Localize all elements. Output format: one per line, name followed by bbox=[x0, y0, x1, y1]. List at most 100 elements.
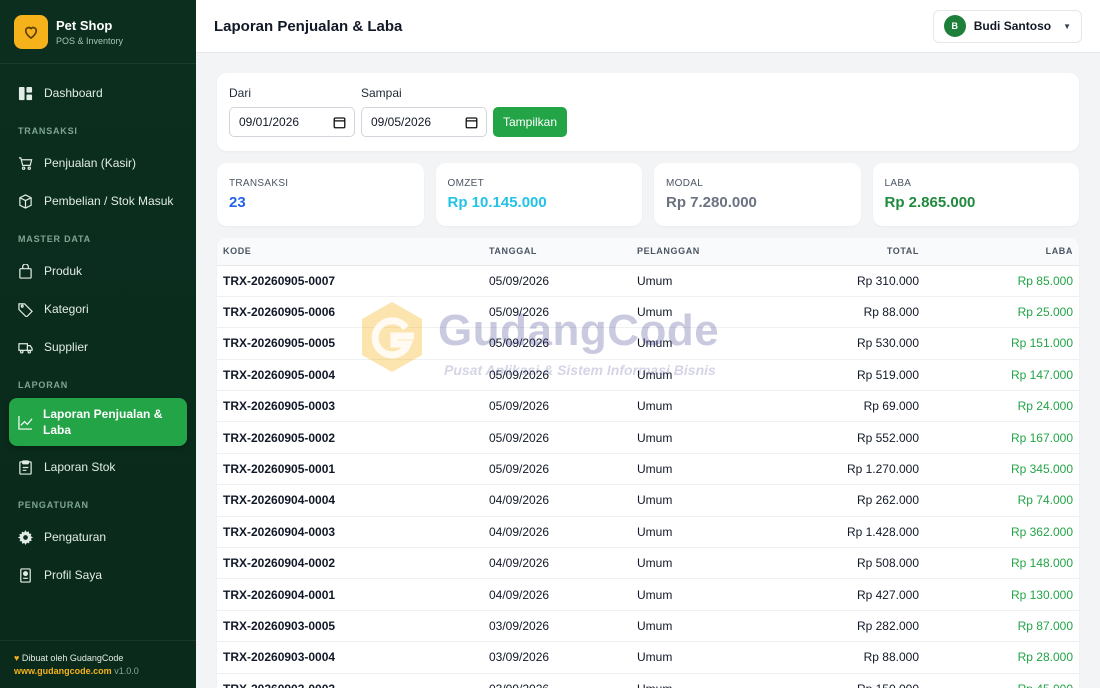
footer-credit: ♥ Dibuat oleh GudangCode bbox=[14, 653, 182, 663]
cell-pelanggan: Umum bbox=[631, 453, 781, 486]
calendar-icon[interactable] bbox=[333, 116, 346, 129]
cell-tanggal: 05/09/2026 bbox=[483, 359, 631, 392]
table-row[interactable]: TRX-20260903-000303/09/2026UmumRp 150.00… bbox=[217, 673, 1079, 688]
table-row[interactable]: TRX-20260905-0002 05/09/2026 Umum Rp 552.00… bbox=[217, 421, 1079, 454]
table-row[interactable]: TRX-20260904-0003 04/09/2026 Umum Rp 1.428.… bbox=[217, 516, 1079, 549]
cell-pelanggan: Umum bbox=[631, 547, 781, 580]
brand-name: Pet Shop bbox=[56, 17, 113, 33]
stat-card-modal: MODAL Rp 7.280.000 bbox=[654, 163, 861, 226]
cell-total: Rp 88.000 bbox=[781, 296, 925, 329]
dashboard-icon bbox=[18, 86, 33, 100]
cell-pelanggan: Umum bbox=[631, 578, 781, 611]
table-row[interactable]: TRX-20260905-0003 05/09/2026 Umum Rp 69.000… bbox=[217, 390, 1079, 423]
cell-kode: TRX-20260904-0002 bbox=[217, 547, 483, 580]
cell-total: Rp 530.000 bbox=[781, 327, 925, 360]
cell-kode: TRX-20260905-0003 bbox=[217, 390, 483, 423]
footer-version: v1.0.0 bbox=[114, 666, 139, 676]
cell-total: Rp 552.000 bbox=[781, 421, 925, 454]
truck-icon bbox=[18, 342, 33, 354]
cell-total: Rp 282.000 bbox=[781, 610, 925, 643]
cell-pelanggan: Umum bbox=[631, 516, 781, 549]
sidebar-item-dashboard[interactable]: Dashboard bbox=[0, 74, 196, 112]
cell-total: Rp 150.000 bbox=[781, 673, 925, 688]
sidebar-item-label: Kategori bbox=[44, 302, 89, 316]
cell-pelanggan: Umum bbox=[631, 484, 781, 517]
cell-kode: TRX-20260905-0005 bbox=[217, 327, 483, 360]
cell-laba: Rp 28.000 bbox=[925, 641, 1079, 674]
sidebar-item-supplier[interactable]: Supplier bbox=[0, 328, 196, 366]
main-content: Dari 09/01/2026 Sampai 09/05/2026 Tampil… bbox=[217, 73, 1079, 688]
show-button[interactable]: Tampilkan bbox=[493, 107, 568, 137]
table-row[interactable]: TRX-20260904-0004 04/09/2026 Umum Rp 262.00… bbox=[217, 484, 1079, 517]
nav-section-master: MASTER DATA bbox=[18, 234, 91, 244]
table-row[interactable]: TRX-20260904-0002 04/09/2026 Umum Rp 508.00… bbox=[217, 547, 1079, 580]
cell-tanggal: 05/09/2026 bbox=[483, 327, 631, 360]
sidebar-item-pengaturan[interactable]: Pengaturan bbox=[0, 518, 196, 556]
cell-total: Rp 69.000 bbox=[781, 390, 925, 423]
stat-label: OMZET bbox=[447, 178, 484, 189]
sidebar-footer: ♥ Dibuat oleh GudangCode www.gudangcode.… bbox=[0, 640, 196, 688]
cell-total: Rp 262.000 bbox=[781, 484, 925, 517]
cell-kode: TRX-20260903-0005 bbox=[217, 610, 483, 643]
table-row[interactable]: TRX-20260905-0006 05/09/2026 Umum Rp 88.000… bbox=[217, 296, 1079, 329]
sidebar-item-penjualan[interactable]: Penjualan (Kasir) bbox=[0, 144, 196, 182]
cell-pelanggan: Umum bbox=[631, 641, 781, 674]
sidebar-nav: Dashboard TRANSAKSI Penjualan (Kasir) Pe… bbox=[0, 64, 196, 594]
stat-label: MODAL bbox=[666, 178, 704, 189]
sidebar-item-profil[interactable]: Profil Saya bbox=[0, 556, 196, 594]
tag-icon bbox=[18, 302, 33, 317]
cell-total: Rp 508.000 bbox=[781, 547, 925, 580]
cell-pelanggan: Umum bbox=[631, 265, 781, 297]
from-date-input[interactable]: 09/01/2026 bbox=[229, 107, 355, 137]
col-tanggal: TANGGAL bbox=[483, 238, 631, 266]
cell-total: Rp 310.000 bbox=[781, 265, 925, 297]
cell-tanggal: 05/09/2026 bbox=[483, 453, 631, 486]
sidebar-item-laporan-penjualan[interactable]: Laporan Penjualan & Laba bbox=[9, 398, 187, 446]
sidebar-item-laporan-stok[interactable]: Laporan Stok bbox=[0, 448, 196, 486]
cell-tanggal: 03/09/2026 bbox=[483, 673, 631, 688]
stats-row: TRANSAKSI 23 OMZET Rp 10.145.000 MODAL R… bbox=[217, 163, 1079, 226]
cell-laba: Rp 25.000 bbox=[925, 296, 1079, 329]
cell-pelanggan: Umum bbox=[631, 610, 781, 643]
footer-url[interactable]: www.gudangcode.com bbox=[14, 666, 112, 676]
cell-laba: Rp 148.000 bbox=[925, 547, 1079, 580]
cell-laba: Rp 167.000 bbox=[925, 421, 1079, 454]
sidebar-item-pembelian[interactable]: Pembelian / Stok Masuk bbox=[0, 182, 196, 220]
col-pelanggan: PELANGGAN bbox=[631, 238, 781, 266]
stat-value: Rp 10.145.000 bbox=[447, 194, 547, 211]
sidebar-item-kategori[interactable]: Kategori bbox=[0, 290, 196, 328]
stat-label: LABA bbox=[884, 178, 912, 189]
table-row[interactable]: TRX-20260905-0007 05/09/2026 Umum Rp 310.00… bbox=[217, 265, 1079, 297]
stat-label: TRANSAKSI bbox=[229, 178, 289, 189]
table-row[interactable]: TRX-20260905-0005 05/09/2026 Umum Rp 530.00… bbox=[217, 327, 1079, 360]
brand[interactable]: Pet Shop POS & Inventory bbox=[0, 0, 196, 64]
cell-pelanggan: Umum bbox=[631, 296, 781, 329]
cell-total: Rp 88.000 bbox=[781, 641, 925, 674]
heart-icon: ♥ bbox=[14, 653, 20, 663]
to-label: Sampai bbox=[361, 86, 402, 100]
calendar-icon[interactable] bbox=[465, 116, 478, 129]
stat-value: 23 bbox=[229, 194, 246, 211]
table-row[interactable]: TRX-20260904-0001 04/09/2026 Umum Rp 427.00… bbox=[217, 578, 1079, 611]
nav-section-laporan: LAPORAN bbox=[18, 380, 69, 390]
cell-pelanggan: Umum bbox=[631, 359, 781, 392]
sidebar-item-label: Supplier bbox=[44, 340, 89, 354]
cell-laba: Rp 85.000 bbox=[925, 265, 1079, 297]
table-row[interactable]: TRX-20260903-0004 03/09/2026 Umum Rp 88.000… bbox=[217, 641, 1079, 674]
table-row[interactable]: TRX-20260903-0005 03/09/2026 Umum Rp 282.00… bbox=[217, 610, 1079, 643]
clipboard-icon bbox=[19, 459, 32, 475]
footer-by: Dibuat oleh GudangCode bbox=[21, 653, 124, 663]
sales-table: KODE TANGGAL PELANGGAN TOTAL LABA TRX-20… bbox=[217, 238, 1079, 688]
sidebar-item-label: Penjualan (Kasir) bbox=[44, 156, 137, 170]
cell-pelanggan: Umum bbox=[631, 421, 781, 454]
sidebar-item-produk[interactable]: Produk bbox=[0, 252, 196, 290]
cell-laba: Rp 130.000 bbox=[925, 578, 1079, 611]
user-menu-button[interactable]: B Budi Santoso ▼ bbox=[932, 9, 1082, 43]
footer-url-row: www.gudangcode.com v1.0.0 bbox=[14, 666, 182, 676]
table-row[interactable]: TRX-20260905-0001 05/09/2026 Umum Rp 1.270.… bbox=[217, 453, 1079, 486]
chart-icon bbox=[18, 415, 33, 430]
cell-kode: TRX-20260905-0004 bbox=[217, 359, 483, 392]
to-date-input[interactable]: 09/05/2026 bbox=[361, 107, 487, 137]
cell-tanggal: 03/09/2026 bbox=[483, 610, 631, 643]
table-row[interactable]: TRX-20260905-0004 05/09/2026 Umum Rp 519.00… bbox=[217, 359, 1079, 392]
